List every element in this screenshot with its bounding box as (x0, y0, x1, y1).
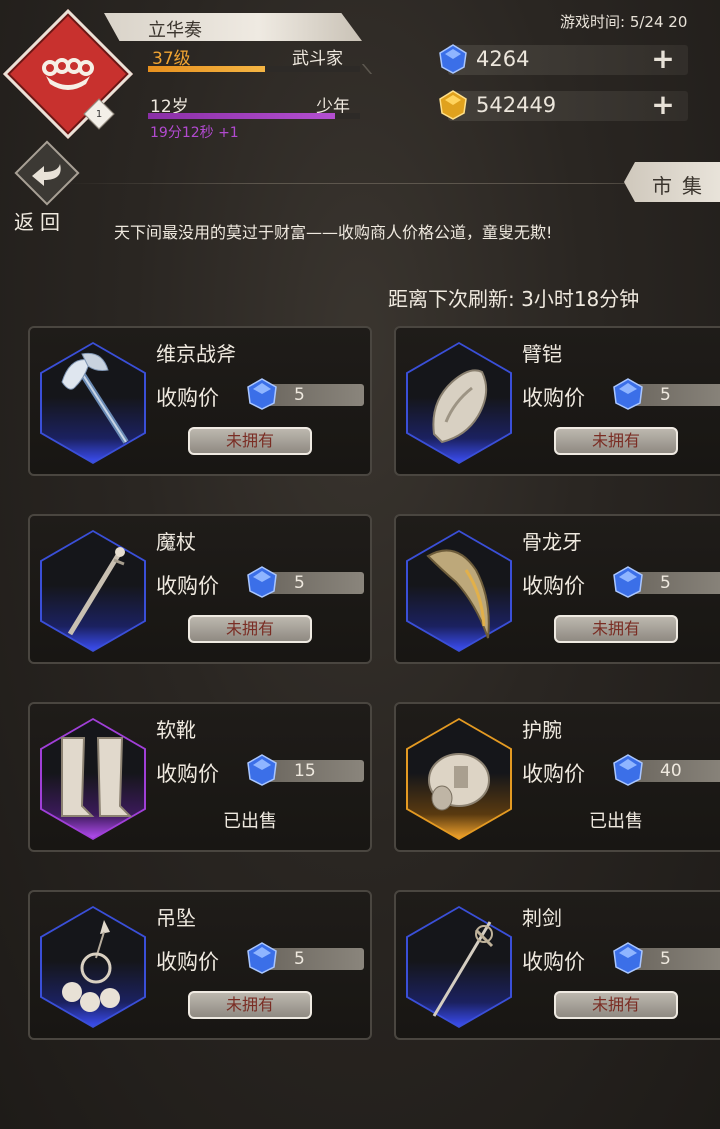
player-name: 立华奏 (148, 20, 202, 41)
diamond-icon (612, 378, 644, 410)
status-button[interactable]: 未拥有 (554, 991, 678, 1019)
rank-badge-number: 1 (95, 108, 103, 120)
diamond-icon (246, 566, 278, 598)
price-value: 5 (294, 949, 305, 969)
back-label: 返回 (14, 210, 66, 234)
back-button[interactable]: 返回 (10, 140, 84, 234)
item-card[interactable]: 软靴 收购价 15 已出售 (28, 702, 372, 852)
price-label: 收购价 (156, 762, 219, 786)
name-banner (104, 13, 362, 41)
dragon-fang-icon (406, 530, 512, 652)
diamond-icon (246, 754, 278, 786)
item-card[interactable]: 维京战斧 收购价 5 未拥有 (28, 326, 372, 476)
price-bar (632, 572, 720, 594)
age-bar-fill (148, 113, 335, 119)
bracer-icon (406, 718, 512, 840)
item-name: 臂铠 (522, 342, 562, 366)
battle-axe-icon (40, 342, 146, 464)
diamond-icon (612, 754, 644, 786)
pendant-icon (40, 906, 146, 1028)
back-arrow-icon (32, 164, 61, 186)
price-value: 5 (294, 573, 305, 593)
price-value: 5 (660, 573, 671, 593)
item-name: 护腕 (522, 718, 562, 742)
rapier-icon (406, 906, 512, 1028)
gold-icon (438, 90, 468, 120)
price-label: 收购价 (522, 574, 585, 598)
price-label: 收购价 (156, 386, 219, 410)
price-bar (632, 948, 720, 970)
price-value: 40 (660, 761, 682, 781)
price-bar (266, 572, 364, 594)
add-gold-button[interactable]: + (650, 91, 676, 119)
status-button[interactable]: 未拥有 (188, 991, 312, 1019)
boots-icon (40, 718, 146, 840)
diamond-icon (438, 44, 468, 74)
status-button[interactable]: 未拥有 (188, 427, 312, 455)
xp-bar-fill (148, 66, 265, 72)
price-value: 5 (660, 949, 671, 969)
diamond-count: 4264 (476, 47, 530, 71)
item-name: 软靴 (156, 718, 196, 742)
price-bar (632, 384, 720, 406)
game-time: 游戏时间: 5/24 20 (560, 13, 688, 31)
price-label: 收购价 (522, 950, 585, 974)
diamond-icon (246, 942, 278, 974)
merchant-description: 天下间最没用的莫过于财富——收购商人价格公道，童叟无欺! (114, 223, 553, 242)
price-label: 收购价 (522, 762, 585, 786)
wand-icon (40, 530, 146, 652)
diamond-icon (246, 378, 278, 410)
item-name: 吊坠 (156, 906, 196, 930)
price-value: 15 (294, 761, 316, 781)
price-value: 5 (660, 385, 671, 405)
price-label: 收购价 (156, 574, 219, 598)
item-card[interactable]: 臂铠 收购价 5 未拥有 (394, 326, 720, 476)
status-button[interactable]: 未拥有 (554, 427, 678, 455)
item-card[interactable]: 吊坠 收购价 5 未拥有 (28, 890, 372, 1040)
gold-count: 542449 (476, 93, 557, 117)
market-tab-label: 市集 (652, 174, 712, 198)
price-label: 收购价 (156, 950, 219, 974)
arm-guard-icon (406, 342, 512, 464)
price-label: 收购价 (522, 386, 585, 410)
item-name: 刺剑 (522, 906, 562, 930)
price-value: 5 (294, 385, 305, 405)
status-button[interactable]: 未拥有 (554, 615, 678, 643)
item-card[interactable]: 刺剑 收购价 5 未拥有 (394, 890, 720, 1040)
sold-label: 已出售 (589, 811, 643, 832)
status-button[interactable]: 未拥有 (188, 615, 312, 643)
item-name: 维京战斧 (156, 342, 236, 366)
age-timer: 19分12秒 +1 (150, 125, 239, 141)
item-card[interactable]: 魔杖 收购价 5 未拥有 (28, 514, 372, 664)
refresh-countdown: 距离下次刷新: 3小时18分钟 (388, 287, 640, 311)
age-bar (148, 113, 360, 119)
sold-label: 已出售 (223, 811, 277, 832)
diamond-icon (612, 566, 644, 598)
item-name: 魔杖 (156, 530, 196, 554)
item-name: 骨龙牙 (522, 530, 582, 554)
xp-bar (148, 66, 360, 72)
price-bar (266, 384, 364, 406)
header-divider (60, 183, 720, 184)
item-card[interactable]: 骨龙牙 收购价 5 未拥有 (394, 514, 720, 664)
item-card[interactable]: 护腕 收购价 40 已出售 (394, 702, 720, 852)
price-bar (266, 948, 364, 970)
diamond-icon (612, 942, 644, 974)
add-diamond-button[interactable]: + (650, 45, 676, 73)
